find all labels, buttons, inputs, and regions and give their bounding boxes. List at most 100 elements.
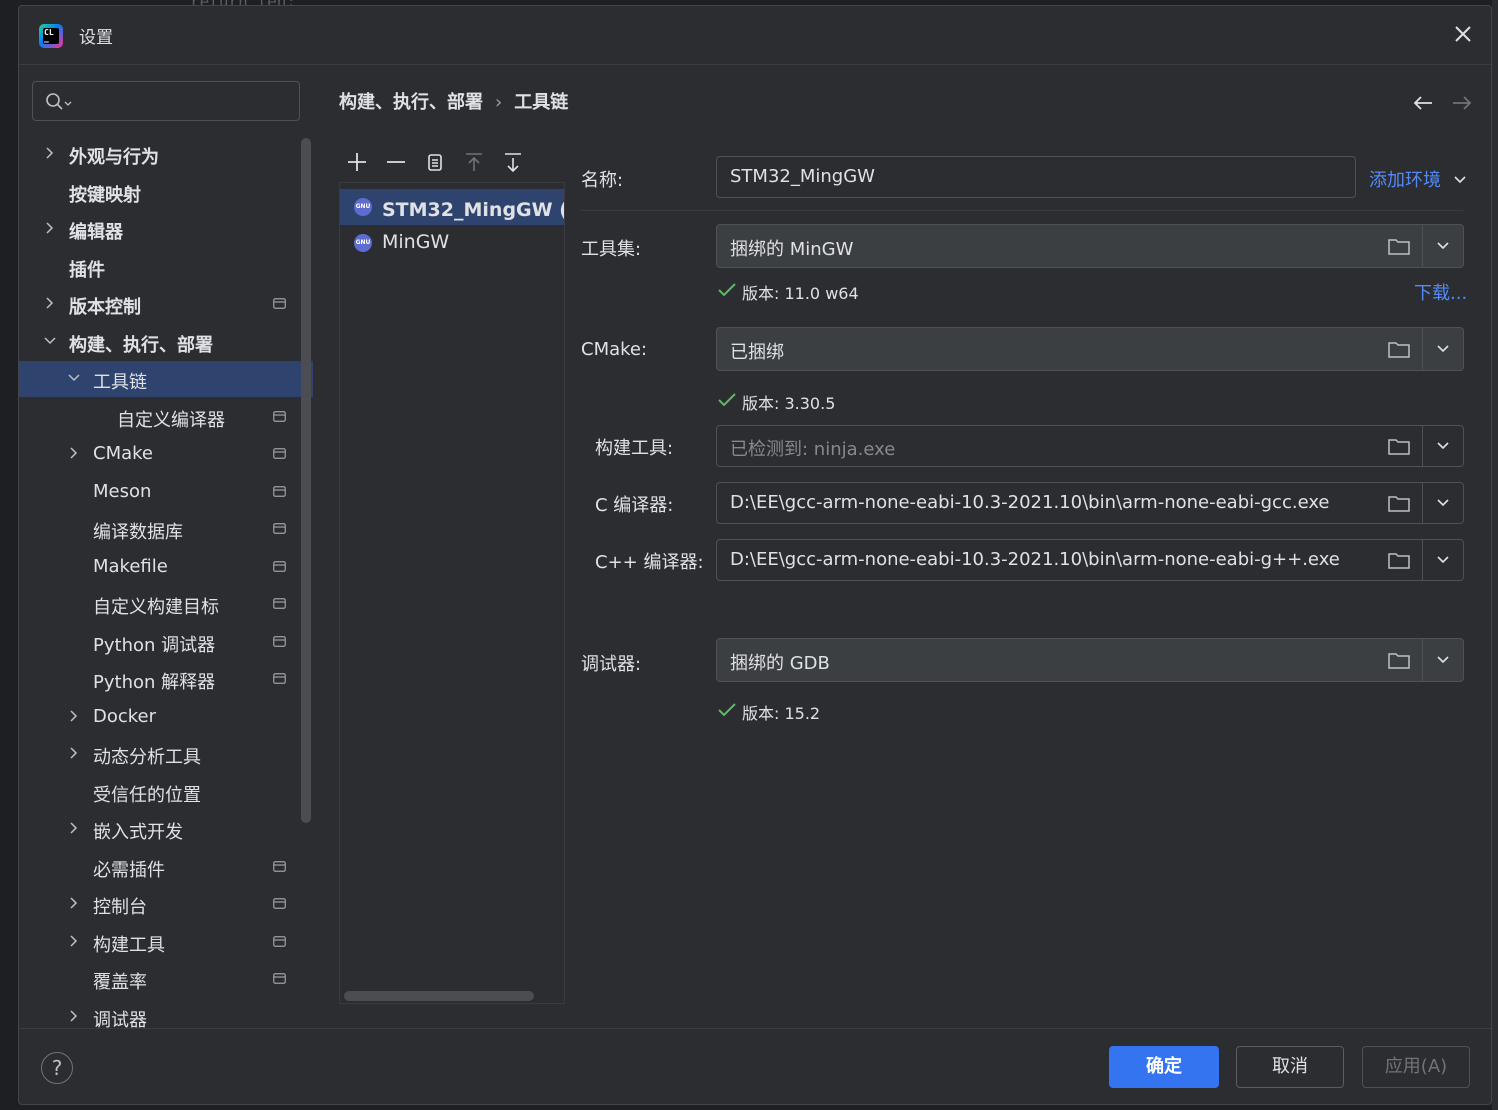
chevron-down-icon[interactable] [67,371,81,385]
chevron-right-icon[interactable] [67,709,81,723]
breadcrumb-parent[interactable]: 构建、执行、部署 [339,88,483,114]
download-link[interactable]: 下载... [1414,279,1467,305]
window-title: 设置 [79,28,113,48]
chevron-down-icon[interactable] [43,334,57,348]
help-button[interactable]: ? [41,1052,73,1084]
tree-item[interactable]: 必需插件 [19,849,313,885]
folder-icon[interactable] [1387,550,1411,570]
add-environment-button[interactable]: 添加环境 [1369,166,1467,192]
move-up-button[interactable] [460,148,488,176]
search-icon [46,93,72,110]
tree-item[interactable]: 按键映射 [19,174,313,210]
tree-item[interactable]: 插件 [19,249,313,285]
build-tool-label: 构建工具: [595,438,674,459]
tree-item-label: Docker [93,705,157,727]
project-level-icon [273,935,286,947]
tree-scrollbar[interactable] [301,138,311,823]
toolset-label: 工具集: [581,239,642,260]
tree-item[interactable]: Makefile [19,549,313,585]
project-level-icon [273,860,286,872]
chevron-down-icon[interactable] [1435,496,1451,510]
chevron-down-icon[interactable] [1435,342,1451,356]
chevron-right-icon[interactable] [67,446,81,460]
remove-toolchain-button[interactable] [382,148,410,176]
tree-item[interactable]: Python 解释器 [19,661,313,697]
tree-item[interactable]: 控制台 [19,886,313,922]
tree-item-label: Python 解释器 [93,672,216,693]
toolchain-list-scrollbar[interactable] [344,991,534,1001]
c-compiler-input[interactable]: D:\EE\gcc-arm-none-eabi-10.3-2021.10\bin… [716,482,1464,524]
name-label: 名称: [581,170,624,191]
tree-item[interactable]: 嵌入式开发 [19,811,313,847]
toolchain-item[interactable]: GNU MinGW [340,225,564,261]
ok-button[interactable]: 确定 [1109,1046,1219,1088]
footer-divider [19,1028,1491,1029]
cpp-compiler-label: C++ 编译器: [595,552,704,573]
tree-item[interactable]: 自定义构建目标 [19,586,313,622]
tree-item-label: Python 调试器 [93,634,216,656]
chevron-down-icon [1454,176,1466,184]
tree-item-label: Makefile [93,555,168,577]
chevron-right-icon[interactable] [67,934,81,948]
back-button[interactable] [1412,94,1434,116]
tree-item[interactable]: 构建工具 [19,924,313,960]
folder-icon[interactable] [1387,493,1411,513]
tree-item[interactable]: 调试器 [19,999,313,1035]
tree-item[interactable]: Docker [19,699,313,735]
chevron-right-icon[interactable] [67,1009,81,1023]
chevron-right-icon[interactable] [43,296,57,310]
copy-toolchain-button[interactable] [421,148,449,176]
tree-item[interactable]: 动态分析工具 [19,736,313,772]
cpp-compiler-input[interactable]: D:\EE\gcc-arm-none-eabi-10.3-2021.10\bin… [716,539,1464,581]
tree-item[interactable]: 外观与行为 [19,136,313,172]
chevron-right-icon[interactable] [43,146,57,160]
tree-item[interactable]: 编辑器 [19,211,313,247]
tree-item-label: 嵌入式开发 [93,822,183,843]
cancel-button[interactable]: 取消 [1236,1046,1344,1088]
chevron-right-icon[interactable] [67,746,81,760]
forward-button[interactable] [1451,94,1473,116]
tree-item[interactable]: 编译数据库 [19,511,313,547]
project-level-icon [273,598,286,609]
dropdown-separator [1422,540,1423,580]
tree-item[interactable]: Meson [19,474,313,510]
toolchain-toolbar [341,144,565,180]
tree-item[interactable]: 覆盖率 [19,961,313,997]
toolchain-item[interactable]: GNU STM32_MingGW (默 [340,189,564,225]
chevron-right-icon[interactable] [67,821,81,835]
build-tool-input[interactable]: 已检测到: ninja.exe [716,425,1464,467]
folder-icon[interactable] [1387,650,1411,670]
folder-icon[interactable] [1387,236,1411,256]
breadcrumb-current: 工具链 [514,92,569,113]
arrow-right-icon [1453,96,1472,110]
name-input[interactable]: STM32_MingGW [716,156,1356,198]
gnu-icon: GNU [354,198,372,216]
folder-icon[interactable] [1387,339,1411,359]
tree-item[interactable]: 自定义编译器 [19,399,313,435]
toolset-select[interactable]: 捆绑的 MinGW [716,224,1464,268]
chevron-down-icon[interactable] [1435,439,1451,453]
dropdown-separator [1422,639,1423,681]
cmake-select[interactable]: 已捆绑 [716,327,1464,371]
chevron-down-icon[interactable] [1435,653,1451,667]
settings-search-input[interactable] [32,81,300,121]
add-toolchain-button[interactable] [343,148,371,176]
move-down-button[interactable] [499,148,527,176]
chevron-right-icon[interactable] [67,896,81,910]
close-button[interactable] [1449,20,1477,48]
apply-button[interactable]: 应用(A) [1362,1046,1470,1088]
tree-item[interactable]: 工具链 [19,361,313,397]
check-icon [718,703,736,717]
tree-item[interactable]: Python 调试器 [19,624,313,660]
dropdown-separator [1422,483,1423,523]
chevron-right-icon[interactable] [43,221,57,235]
chevron-down-icon[interactable] [1435,239,1451,253]
tree-item[interactable]: 受信任的位置 [19,774,313,810]
project-level-icon [273,673,286,684]
debugger-select[interactable]: 捆绑的 GDB [716,638,1464,682]
tree-item[interactable]: CMake [19,436,313,472]
tree-item[interactable]: 构建、执行、部署 [19,324,313,360]
tree-item[interactable]: 版本控制 [19,286,313,322]
chevron-down-icon[interactable] [1435,553,1451,567]
folder-icon[interactable] [1387,436,1411,456]
